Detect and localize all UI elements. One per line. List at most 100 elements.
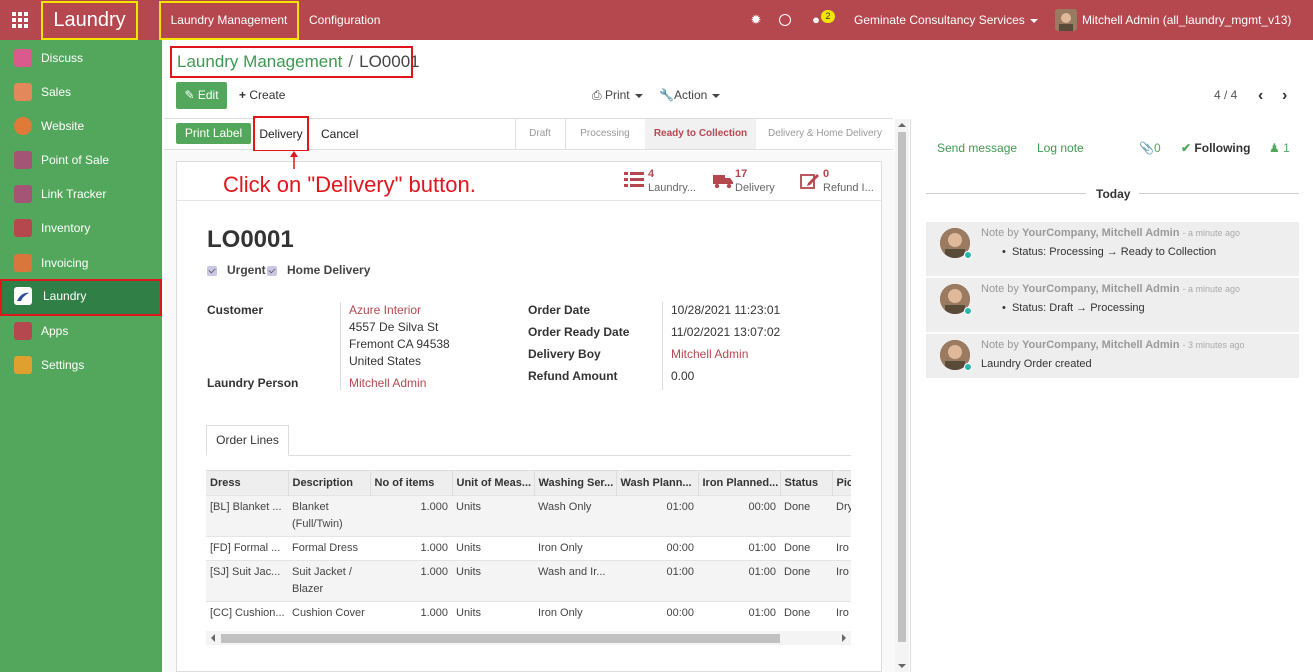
- sidebar-item-label: Website: [41, 119, 85, 133]
- edit-button[interactable]: ✎ Edit: [176, 82, 227, 109]
- button-box-divider: [177, 200, 881, 201]
- scroll-thumb[interactable]: [221, 634, 780, 643]
- column-header[interactable]: Iron Planned...: [698, 471, 781, 495]
- delivery-boy-link[interactable]: Mitchell Admin: [671, 347, 748, 361]
- table-cell: Iron Only: [534, 600, 616, 625]
- tab-order-lines[interactable]: Order Lines: [206, 425, 289, 456]
- message-author[interactable]: YourCompany, Mitchell Admin: [1022, 227, 1179, 239]
- table-cell: Units: [452, 600, 534, 625]
- pager-value[interactable]: 4 / 4: [1214, 82, 1237, 109]
- column-header[interactable]: Wash Plann...: [616, 471, 699, 495]
- following-button[interactable]: ✔ Following: [1181, 141, 1250, 155]
- sidebar-item-discuss[interactable]: Discuss: [0, 41, 162, 75]
- action-dropdown[interactable]: 🔧Action: [659, 82, 721, 109]
- sidebar-item-apps[interactable]: Apps: [0, 314, 162, 348]
- next-record-icon[interactable]: ›: [1282, 82, 1287, 109]
- table-row[interactable]: [BL] Blanket ... Blanket (Full/Twin) 1.0…: [206, 494, 851, 536]
- stage-ready-to-collection[interactable]: Ready to Collection: [645, 119, 756, 149]
- table-row[interactable]: [FD] Formal ... Formal Dress 1.000 Units…: [206, 535, 851, 560]
- wrench-icon: 🔧: [659, 88, 674, 102]
- column-header[interactable]: Washing Ser...: [534, 471, 617, 495]
- sidebar-item-settings[interactable]: Settings: [0, 348, 162, 382]
- stage-processing[interactable]: Processing: [566, 119, 644, 149]
- smart-button-delivery[interactable]: 17 Delivery: [711, 168, 781, 198]
- print-dropdown[interactable]: ⎙ Print: [592, 82, 643, 109]
- scroll-right-icon[interactable]: [842, 634, 846, 642]
- message-author[interactable]: YourCompany, Mitchell Admin: [1022, 283, 1179, 295]
- followers-count: 1: [1283, 141, 1290, 155]
- home-delivery-checkbox[interactable]: [267, 266, 277, 276]
- smart-button-laundry[interactable]: 4 Laundry...: [624, 168, 700, 198]
- smart-button-refund[interactable]: 0 Refund I...: [799, 168, 879, 198]
- column-header[interactable]: No of items: [370, 471, 453, 495]
- scroll-up-icon[interactable]: [898, 123, 906, 127]
- clock-icon[interactable]: [779, 14, 791, 26]
- sidebar-item-sales[interactable]: Sales: [0, 75, 162, 109]
- delivery-button[interactable]: Delivery: [253, 116, 309, 152]
- chatter-panel: [910, 119, 1313, 672]
- app-brand[interactable]: Laundry: [41, 1, 138, 40]
- table-cell: Iron Only: [534, 535, 616, 560]
- table-cell: 1.000: [370, 559, 452, 601]
- message-author[interactable]: YourCompany, Mitchell Admin: [1022, 339, 1179, 351]
- link-tracker-icon: [14, 185, 32, 203]
- message-body: • Status: Processing → Ready to Collecti…: [1002, 246, 1217, 258]
- column-header[interactable]: Dress: [206, 471, 289, 495]
- column-header[interactable]: Description: [288, 471, 371, 495]
- horizontal-scrollbar[interactable]: [206, 631, 851, 645]
- message-time: - a minute ago: [1182, 284, 1241, 294]
- customer-link[interactable]: Azure Interior: [349, 303, 421, 317]
- user-avatar[interactable]: [1055, 9, 1077, 31]
- company-name: Geminate Consultancy Services: [854, 13, 1025, 27]
- bug-icon[interactable]: ✹: [748, 12, 764, 28]
- sidebar-item-label: Invoicing: [41, 256, 89, 270]
- message-prefix: Note by: [981, 227, 1019, 239]
- table-cell: 01:00: [698, 600, 780, 625]
- column-header[interactable]: Status: [780, 471, 833, 495]
- vertical-scrollbar[interactable]: [895, 119, 909, 672]
- column-header[interactable]: Pic: [832, 471, 851, 495]
- sidebar-item-laundry[interactable]: Laundry: [0, 279, 162, 316]
- sidebar-item-inventory[interactable]: Inventory: [0, 211, 162, 245]
- table-cell: Units: [452, 559, 534, 601]
- column-header[interactable]: Unit of Meas...: [452, 471, 535, 495]
- attachments-count: 0: [1153, 141, 1161, 155]
- sidebar-item-label: Discuss: [41, 51, 84, 65]
- print-label-button[interactable]: Print Label: [176, 123, 251, 144]
- followers-button[interactable]: ♟ 1: [1269, 141, 1290, 155]
- cancel-button[interactable]: Cancel: [321, 118, 358, 150]
- stage-draft[interactable]: Draft: [516, 119, 564, 149]
- breadcrumb-parent[interactable]: Laundry Management: [177, 52, 342, 71]
- sidebar-item-website[interactable]: Website: [0, 109, 162, 143]
- scroll-thumb[interactable]: [898, 132, 906, 642]
- log-note-button[interactable]: Log note: [1037, 141, 1084, 155]
- send-message-button[interactable]: Send message: [937, 141, 1017, 155]
- user-menu[interactable]: Mitchell Admin (all_laundry_mgmt_v13): [1082, 0, 1291, 40]
- chat-count-badge: 2: [821, 10, 835, 23]
- laundry-person-link[interactable]: Mitchell Admin: [349, 376, 426, 390]
- stage-delivery-home-delivery[interactable]: Delivery & Home Delivery: [757, 119, 893, 149]
- sidebar-item-link-tracker[interactable]: Link Tracker: [0, 177, 162, 211]
- table-cell: Blanket (Full/Twin): [288, 494, 370, 536]
- website-icon: [14, 117, 32, 135]
- scroll-left-icon[interactable]: [211, 634, 215, 642]
- table-row[interactable]: [SJ] Suit Jac... Suit Jacket / Blazer 1.…: [206, 559, 851, 601]
- menu-configuration[interactable]: Configuration: [309, 0, 380, 40]
- create-button[interactable]: + Create: [239, 82, 285, 109]
- table-cell: Iro: [832, 600, 851, 625]
- table-row[interactable]: [CC] Cushion... Cushion Cover 1.000 Unit…: [206, 600, 851, 625]
- tab-divider: [206, 455, 851, 456]
- urgent-checkbox[interactable]: [207, 266, 217, 276]
- table-cell: 01:00: [616, 494, 698, 536]
- message-time: - 3 minutes ago: [1182, 340, 1245, 350]
- scroll-down-icon[interactable]: [898, 664, 906, 668]
- apps-menu-icon[interactable]: [12, 12, 28, 28]
- sidebar-item-invoicing[interactable]: Invoicing: [0, 246, 162, 280]
- attachments-button[interactable]: 📎0: [1139, 141, 1161, 155]
- sidebar-item-point-of-sale[interactable]: Point of Sale: [0, 143, 162, 177]
- menu-laundry-management[interactable]: Laundry Management: [159, 1, 299, 40]
- table-cell: 1.000: [370, 494, 452, 536]
- company-switcher[interactable]: Geminate Consultancy Services: [854, 0, 1038, 40]
- previous-record-icon[interactable]: ‹: [1258, 82, 1263, 109]
- sidebar-item-label: Point of Sale: [41, 153, 110, 167]
